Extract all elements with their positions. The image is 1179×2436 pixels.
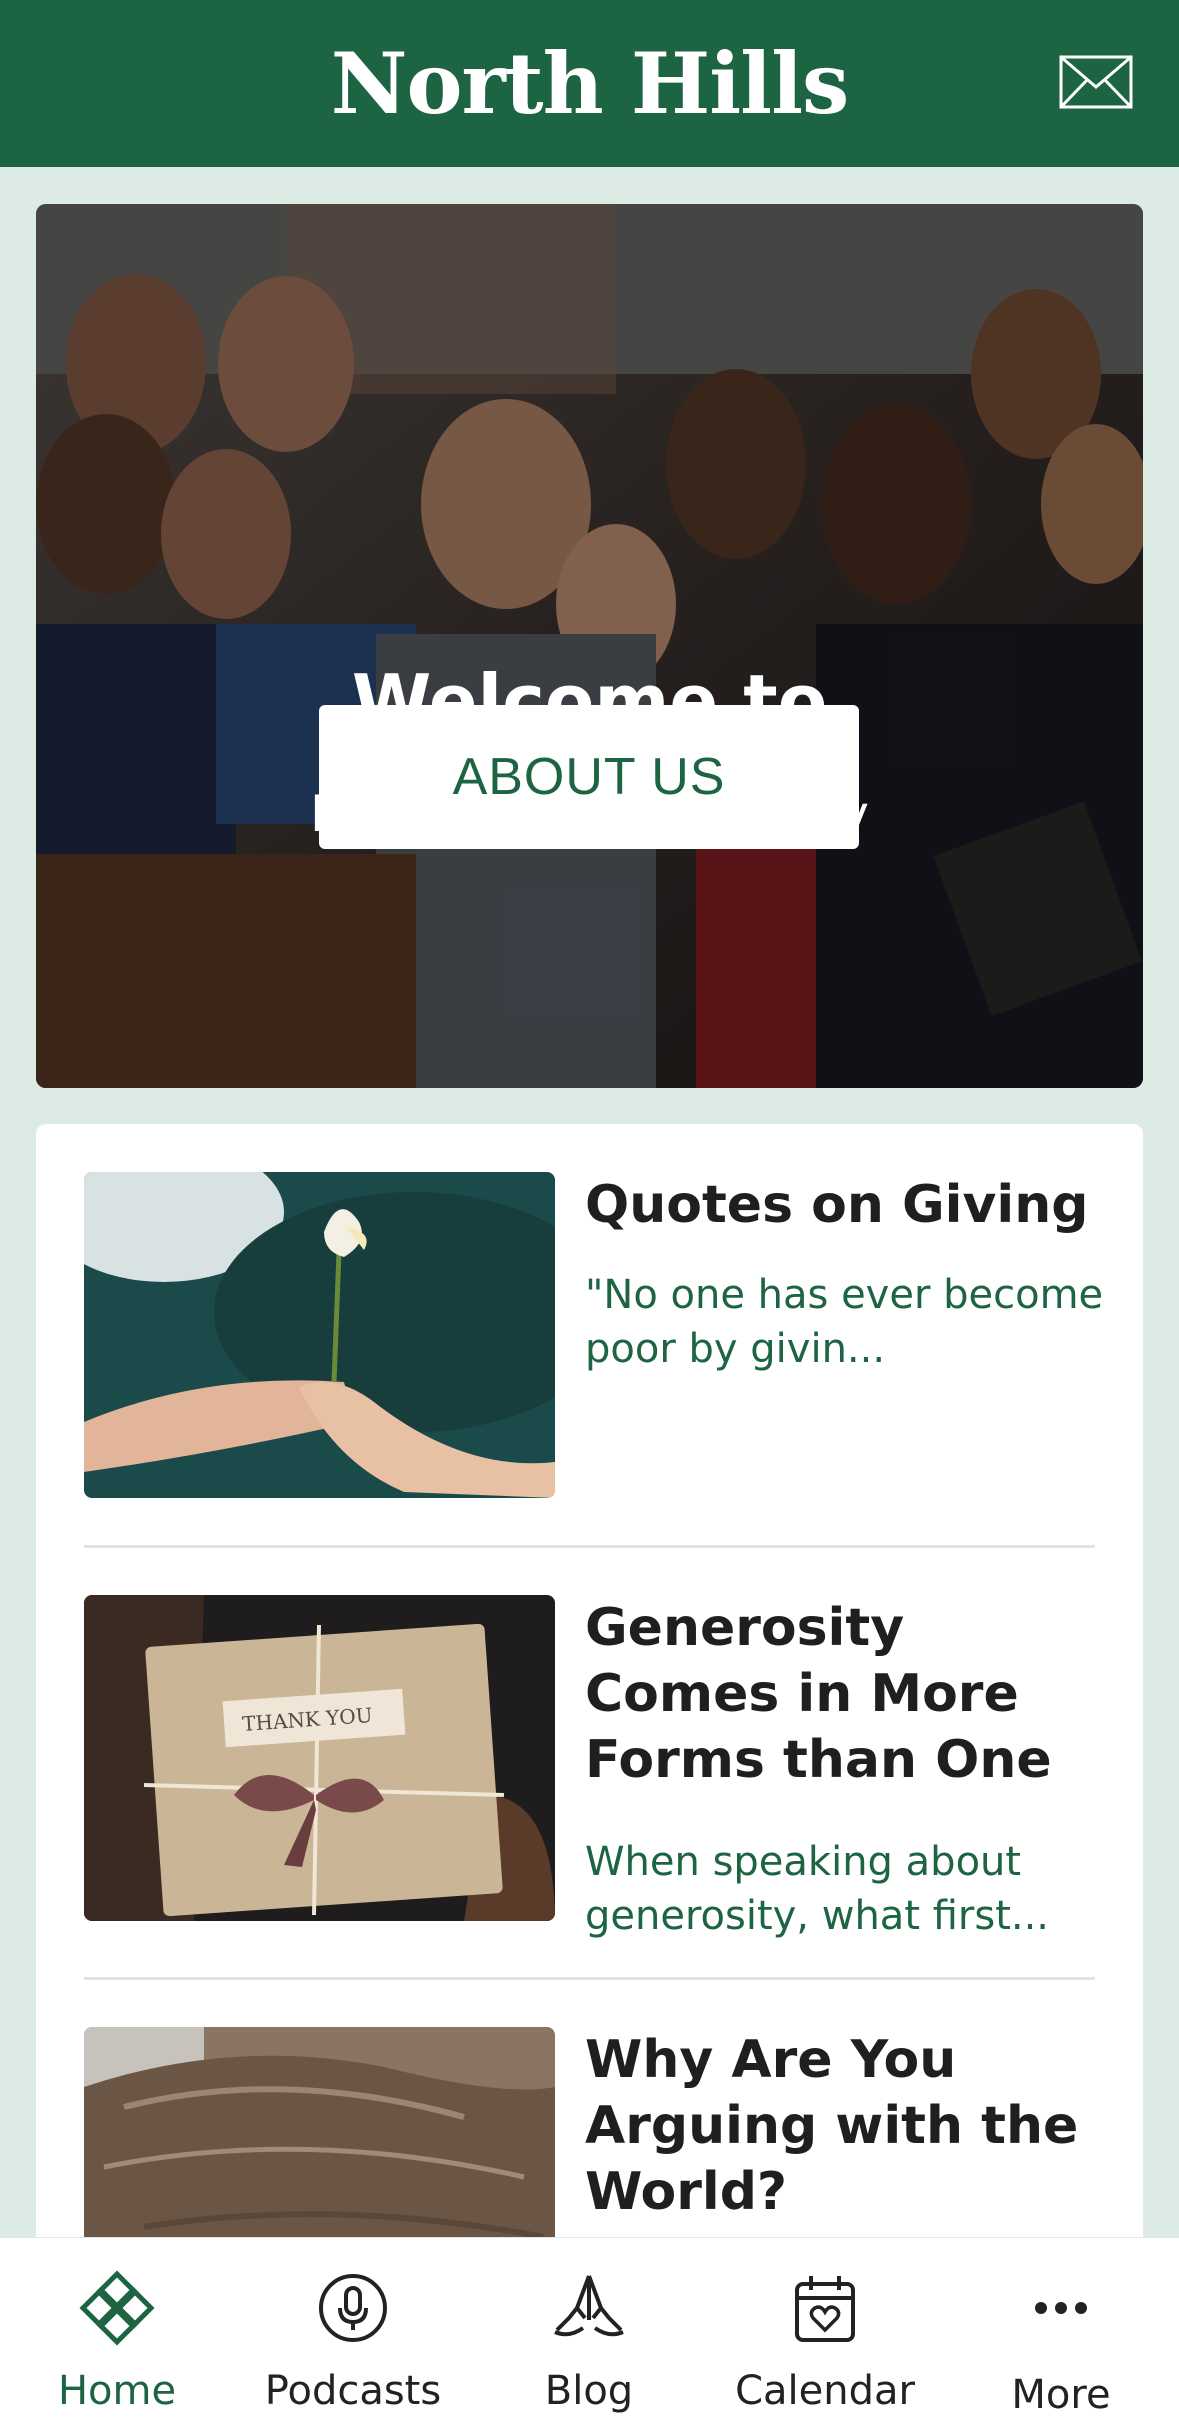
nav-calendar[interactable]: Calendar	[725, 2238, 925, 2436]
nav-label: Blog	[544, 2368, 634, 2414]
article-excerpt: When speaking about generosity, what fir…	[585, 1839, 1050, 1939]
article-title: Why Are You Arguing with the World?	[585, 2030, 1079, 2222]
microphone-icon	[319, 2274, 387, 2342]
calendar-heart-icon	[795, 2276, 855, 2342]
thank-you-gift-photo: THANK YOU	[84, 1595, 555, 1921]
article-thumbnail: THANK YOU	[84, 1595, 555, 1921]
nav-label: Calendar	[735, 2368, 915, 2414]
bottom-nav: Home Podcasts Blog Calendar More	[0, 2237, 1179, 2436]
nav-label: Podcasts	[264, 2368, 442, 2414]
app-screen: North Hills Welcome to ABOUT US Quotes o…	[0, 0, 1179, 2436]
more-dots-icon	[1035, 2302, 1087, 2314]
praying-hands-icon	[554, 2275, 624, 2337]
divider	[84, 1977, 1095, 1980]
nav-home[interactable]: Home	[17, 2238, 217, 2436]
nav-label: More	[1011, 2372, 1111, 2418]
article-item-generosity[interactable]: THANK YOU Generosity Comes in More Forms…	[84, 1595, 1095, 1939]
divider	[84, 1545, 1095, 1548]
mail-icon	[1059, 55, 1133, 109]
article-thumbnail	[84, 1172, 555, 1498]
article-title: Generosity Comes in More Forms than One	[585, 1598, 1052, 1790]
nav-more[interactable]: More	[961, 2238, 1161, 2436]
article-item-quotes-on-giving[interactable]: Quotes on Giving "No one has ever become…	[84, 1172, 1103, 1498]
mail-button[interactable]	[1059, 55, 1133, 109]
about-us-button[interactable]: ABOUT US	[319, 705, 859, 849]
article-excerpt: "No one has ever become poor by givin...	[585, 1272, 1104, 1372]
nav-podcasts[interactable]: Podcasts	[253, 2238, 453, 2436]
welcome-hero: Welcome to North Hills community ABOUT U…	[36, 204, 1143, 1088]
article-title: Quotes on Giving	[585, 1175, 1089, 1235]
brand-title: North Hills	[330, 34, 850, 133]
app-header: North Hills	[0, 0, 1179, 167]
home-knot-icon	[79, 2270, 155, 2346]
hero-overlay	[36, 204, 1143, 1088]
nav-label: Home	[57, 2368, 177, 2414]
nav-blog[interactable]: Blog	[489, 2238, 689, 2436]
flower-handoff-photo	[84, 1172, 555, 1498]
